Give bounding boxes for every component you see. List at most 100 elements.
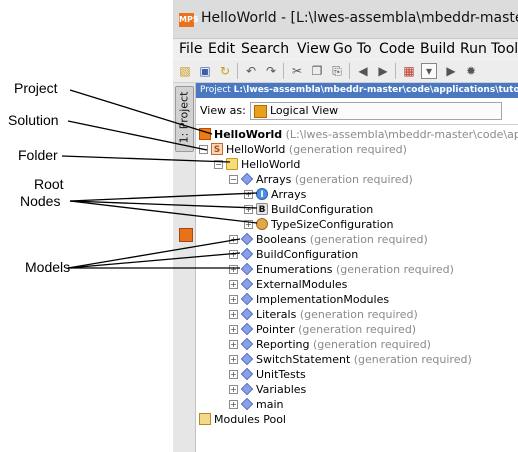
tree-node-solution[interactable]: − S HelloWorld (generation required) <box>199 142 407 157</box>
tree-node-project[interactable]: HelloWorld (L:\lwes-assembla\mbeddr-mast… <box>199 127 518 142</box>
expand-icon[interactable]: + <box>229 249 238 259</box>
expand-icon[interactable]: + <box>229 354 238 364</box>
tree-node-model[interactable]: + main <box>229 397 283 412</box>
tree-node-model[interactable]: + Pointer (generation required) <box>229 322 416 337</box>
logical-view-icon <box>254 105 267 118</box>
model-name: Booleans <box>256 233 307 246</box>
back-icon[interactable]: ◀ <box>355 63 371 79</box>
tree-node-model-arrays[interactable]: − Arrays (generation required) <box>229 172 413 187</box>
model-icon <box>240 307 254 321</box>
forward-icon[interactable]: ▶ <box>375 63 391 79</box>
expand-icon[interactable]: + <box>229 294 238 304</box>
panel-divider <box>196 124 518 125</box>
project-panel-header: Project L:\lwes-assembla\mbeddr-master\c… <box>196 83 518 98</box>
menu-tools[interactable]: Tools <box>491 39 518 59</box>
model-status: (generation required) <box>312 338 431 351</box>
undo-icon[interactable]: ↶ <box>243 63 259 79</box>
view-as-select[interactable]: Logical View <box>250 102 502 120</box>
expand-icon[interactable]: + <box>229 339 238 349</box>
tree-node-root[interactable]: + TypeSizeConfiguration <box>244 217 393 232</box>
dropdown-icon[interactable]: ▾ <box>421 63 437 79</box>
project-panel: Project L:\lwes-assembla\mbeddr-master\c… <box>196 83 518 452</box>
cut-icon[interactable]: ✂ <box>289 63 305 79</box>
project-tool-tab[interactable]: 1: Project <box>175 86 194 152</box>
tree-node-modules-pool[interactable]: Modules Pool <box>199 412 286 427</box>
open-icon[interactable]: ▧ <box>177 63 193 79</box>
layout-icon[interactable]: ▦ <box>401 63 417 79</box>
debug-icon[interactable]: ✹ <box>463 63 479 79</box>
project-name: HelloWorld <box>214 128 283 141</box>
toolbar-divider <box>283 63 284 79</box>
menu-search[interactable]: Search <box>241 39 289 59</box>
tree-node-root[interactable]: + B BuildConfiguration <box>244 202 373 217</box>
mps-logo-icon: MPS <box>179 13 199 27</box>
menu-view[interactable]: View <box>297 39 330 59</box>
run-icon[interactable]: ▶ <box>443 63 459 79</box>
tree-node-model[interactable]: + SwitchStatement (generation required) <box>229 352 472 367</box>
menu-code[interactable]: Code <box>379 39 415 59</box>
tool-window-icon[interactable] <box>179 228 193 242</box>
model-icon <box>240 277 254 291</box>
copy-icon[interactable]: ❐ <box>309 63 325 79</box>
expand-icon[interactable]: + <box>244 219 253 229</box>
tree-node-model[interactable]: + Booleans (generation required) <box>229 232 428 247</box>
expand-icon[interactable]: + <box>229 384 238 394</box>
tree-node-model[interactable]: + ImplementationModules <box>229 292 389 307</box>
expand-icon[interactable]: + <box>229 264 238 274</box>
expand-icon[interactable]: + <box>229 234 238 244</box>
expand-icon[interactable]: + <box>229 279 238 289</box>
model-status: (generation required) <box>299 308 418 321</box>
root-node-name: TypeSizeConfiguration <box>271 218 394 231</box>
tree-node-model[interactable]: + Literals (generation required) <box>229 307 418 322</box>
model-name: ImplementationModules <box>256 293 390 306</box>
tree-node-model[interactable]: + Reporting (generation required) <box>229 337 431 352</box>
menu-file[interactable]: File <box>179 39 202 59</box>
collapse-icon[interactable]: − <box>199 144 208 154</box>
solution-name: HelloWorld <box>226 143 286 156</box>
callout-root-line1: Root <box>34 176 64 192</box>
menu-edit[interactable]: Edit <box>208 39 235 59</box>
model-icon <box>240 247 254 261</box>
tree-node-model[interactable]: + Variables <box>229 382 306 397</box>
mps-window: MPS HelloWorld - [L:\lwes-assembla\mbedd… <box>173 0 518 452</box>
redo-icon[interactable]: ↷ <box>263 63 279 79</box>
model-name: Arrays <box>256 173 292 186</box>
expand-icon[interactable]: + <box>229 324 238 334</box>
interface-concept-icon: I <box>256 188 268 200</box>
expand-icon[interactable]: + <box>244 189 253 199</box>
model-icon <box>240 262 254 276</box>
sync-icon[interactable]: ↻ <box>217 63 233 79</box>
collapse-icon[interactable]: − <box>229 174 238 184</box>
paste-icon[interactable]: ⎘ <box>329 63 345 79</box>
root-node-name: BuildConfiguration <box>271 203 374 216</box>
model-name: Literals <box>256 308 297 321</box>
model-name: main <box>256 398 284 411</box>
model-icon <box>240 382 254 396</box>
project-icon <box>199 128 211 140</box>
model-icon <box>240 232 254 246</box>
tree-node-model[interactable]: + Enumerations (generation required) <box>229 262 454 277</box>
expand-icon[interactable]: + <box>229 399 238 409</box>
save-icon[interactable]: ▣ <box>197 63 213 79</box>
view-as-label: View as: <box>200 104 246 117</box>
menu-run[interactable]: Run <box>460 39 487 59</box>
tree-node-model[interactable]: + ExternalModules <box>229 277 347 292</box>
expand-icon[interactable]: + <box>244 204 253 214</box>
model-status: (generation required) <box>309 233 428 246</box>
collapse-icon[interactable]: − <box>214 159 223 169</box>
toolbar-divider <box>237 63 238 79</box>
menu-build[interactable]: Build <box>420 39 455 59</box>
menu-bar: File Edit Search View Go To Code Build R… <box>173 39 518 59</box>
callout-models: Models <box>25 259 71 275</box>
menu-goto[interactable]: Go To <box>333 39 372 59</box>
expand-icon[interactable]: + <box>229 309 238 319</box>
modules-pool-icon <box>199 413 211 425</box>
tree-node-root[interactable]: + I Arrays <box>244 187 306 202</box>
model-status: (generation required) <box>298 323 417 336</box>
tree-node-model[interactable]: + UnitTests <box>229 367 306 382</box>
expand-icon[interactable]: + <box>229 369 238 379</box>
tree-node-model[interactable]: + BuildConfiguration <box>229 247 358 262</box>
panel-header-prefix: Project <box>200 85 231 95</box>
model-icon <box>240 292 254 306</box>
tree-node-folder[interactable]: − HelloWorld <box>214 157 300 172</box>
